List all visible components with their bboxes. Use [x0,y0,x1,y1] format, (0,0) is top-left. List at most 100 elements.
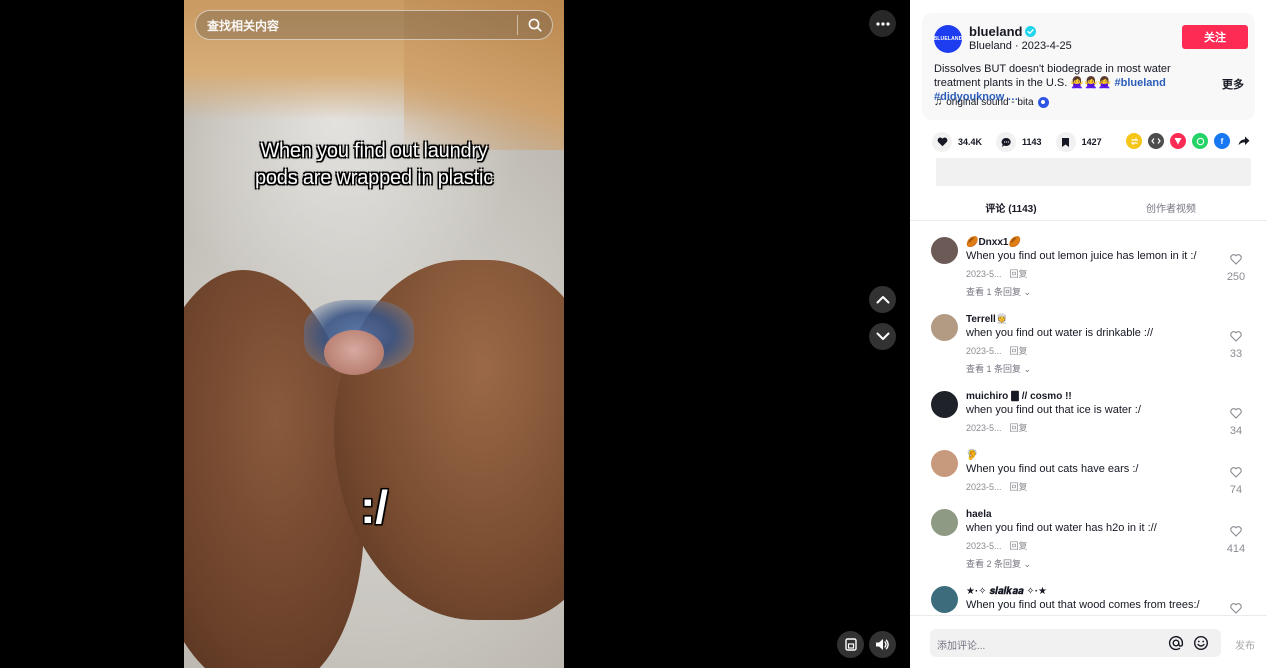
commenter-avatar[interactable] [931,314,958,341]
comment-like-button[interactable]: 33 [1223,329,1249,360]
sound-link[interactable]: ♫ original sound - bita [934,96,1049,108]
comment-bubble-icon [1001,137,1011,147]
reply-button[interactable]: 回复 [1010,482,1028,492]
commenter-name[interactable]: 🦻 [966,445,1267,463]
comment-item: muichiro 🀫 // cosmo !! when you find out… [910,386,1267,445]
commenter-avatar[interactable] [931,450,958,477]
comment-action[interactable]: 1143 [996,132,1042,152]
comment-like-button[interactable]: 74 [1223,465,1249,496]
embed-code-icon[interactable] [1148,133,1164,149]
video-link-box[interactable] [936,158,1251,186]
comment-like-count: 250 [1226,271,1246,283]
comment-date: 2023-5... [966,541,1002,551]
comment-text: when you find out water is drinkable :// [966,327,1154,339]
reply-button[interactable]: 回复 [1010,541,1028,551]
view-replies-button[interactable]: 查看 2 条回复 ⌄ [966,557,1267,571]
expand-description-button[interactable]: 更多 [1222,76,1244,92]
comment-button[interactable] [996,132,1017,152]
whatsapp-icon[interactable] [1192,133,1208,149]
bookmark-icon [1062,137,1070,147]
sound-disc-icon [1037,96,1049,108]
save-button[interactable] [1055,132,1076,152]
reply-button[interactable]: 回复 [1010,269,1028,279]
more-options-button[interactable] [869,10,896,37]
like-count: 34.4K [958,137,983,147]
reply-button[interactable]: 回复 [1010,423,1028,433]
heart-icon [937,137,947,147]
search-icon [528,18,542,32]
comment-like-count: 33 [1229,348,1243,360]
search-input[interactable]: 查找相关内容 [196,17,517,34]
commenter-name[interactable]: haela [966,504,1267,522]
share-icons: f [1126,133,1252,149]
captions-button[interactable] [837,631,864,658]
volume-button[interactable] [869,631,896,658]
comment-like-count: 34 [1229,425,1243,437]
send-to-friends-icon[interactable] [1170,133,1186,149]
comment-item: Terrell👳 when you find out water is drin… [910,309,1267,386]
commenter-avatar[interactable] [931,237,958,264]
author-name[interactable]: blueland [969,24,1022,39]
reply-button[interactable]: 回复 [1010,346,1028,356]
search-bar[interactable]: 查找相关内容 [195,10,553,40]
tab-comments[interactable]: 评论 (1143) [931,195,1091,221]
save-action[interactable]: 1427 [1055,132,1102,152]
commenter-name[interactable]: muichiro 🀫 // cosmo !! [966,386,1267,404]
comment-like-button[interactable]: 414 [1223,524,1249,555]
repost-share-icon[interactable] [1126,133,1142,149]
comment-meta: 2023-5... 回复 [966,344,1267,358]
comment-input[interactable]: 添加评论... [930,629,1221,657]
post-comment-button[interactable]: 发布 [1235,637,1255,652]
verified-badge-icon [1025,26,1037,37]
tab-creator-videos[interactable]: 创作者视频 [1091,195,1251,221]
comment-like-button[interactable] [1223,601,1249,615]
search-button[interactable] [518,10,552,40]
comment-date: 2023-5... [966,482,1002,492]
speaker-icon [876,639,889,650]
commenter-avatar[interactable] [931,391,958,418]
heart-outline-icon [1230,467,1242,478]
commenter-name[interactable]: 🏉Dnxx1🏉 [966,232,1267,250]
video-scene-thumb [324,330,384,375]
view-replies-button[interactable]: 查看 1 条回复 ⌄ [966,285,1267,299]
comment-like-button[interactable]: 250 [1223,252,1249,283]
comment-item: haela when you find out water has h2o in… [910,504,1267,581]
comment-meta: 2023-5... 回复 [966,267,1267,281]
share-arrow-icon[interactable] [1236,133,1252,149]
commenter-name[interactable]: ★·✧ 𝒔𝒍𝒂𝒊𝒌𝒂𝒂 ✧·★ [966,581,1267,599]
author-nickname-date: Blueland · 2023-4-25 [969,40,1072,52]
comment-input-placeholder[interactable]: 添加评论... [937,637,985,652]
video-caption-line-1: When you find out laundry [260,140,488,162]
comment-like-count: 74 [1229,484,1243,496]
follow-button[interactable]: 关注 [1182,25,1248,49]
comment-text: When you find out that wood comes from t… [966,599,1200,611]
comment-date: 2023-5... [966,269,1002,279]
heart-outline-icon [1230,254,1242,265]
comment-count: 1143 [1022,137,1042,147]
commenter-name[interactable]: Terrell👳 [966,309,1267,327]
sound-title[interactable]: original sound - bita [946,97,1033,108]
comment-like-button[interactable]: 34 [1223,406,1249,437]
video-caption-line-2: pods are wrapped in plastic [254,167,494,189]
comment-text: when you find out that ice is water :/ [966,404,1141,416]
previous-video-button[interactable] [869,286,896,313]
comment-item: 🦻 When you find out cats have ears :/ 20… [910,445,1267,504]
author-avatar[interactable]: BLUELAND [933,25,962,53]
commenter-avatar[interactable] [931,509,958,536]
facebook-icon[interactable]: f [1214,133,1230,149]
video-caption-emoticon: :/ [360,481,388,533]
mention-icon[interactable] [1168,635,1184,656]
video-player[interactable]: When you find out laundry pods are wrapp… [184,0,564,668]
next-video-button[interactable] [869,323,896,350]
emoji-icon[interactable] [1193,635,1209,656]
comment-list[interactable]: 🏉Dnxx1🏉 When you find out lemon juice ha… [910,232,1267,615]
author-name-row[interactable]: blueland [969,24,1037,39]
comment-composer: 添加评论... 发布 [910,615,1267,668]
chevron-up-icon [876,296,889,304]
like-button[interactable] [932,132,952,152]
author-card: BLUELAND blueland Blueland · 2023-4-25 关… [922,13,1255,120]
commenter-avatar[interactable] [931,586,958,613]
comment-text: when you find out water has h2o in it :/… [966,522,1157,534]
view-replies-button[interactable]: 查看 1 条回复 ⌄ [966,362,1267,376]
like-action[interactable]: 34.4K [932,132,982,152]
